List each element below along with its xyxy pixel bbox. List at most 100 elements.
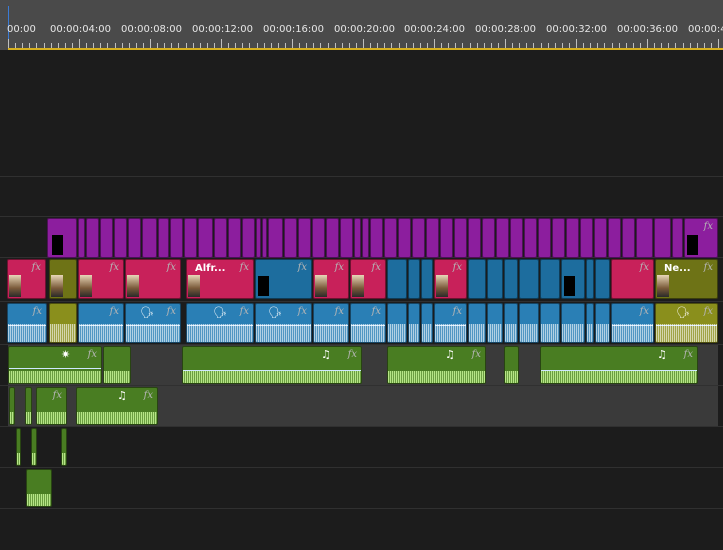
audio-clip[interactable] (586, 303, 594, 343)
title-clip[interactable] (298, 218, 311, 258)
audio-clip[interactable] (26, 469, 52, 507)
video-clip[interactable]: fx (7, 259, 46, 299)
audio-clip[interactable] (25, 387, 32, 425)
video-clip[interactable] (561, 259, 585, 299)
title-clip[interactable] (636, 218, 653, 258)
title-clip[interactable] (468, 218, 481, 258)
title-clip[interactable] (594, 218, 607, 258)
audio-clip[interactable]: fx (350, 303, 386, 343)
title-clip[interactable] (654, 218, 671, 258)
title-clip[interactable] (384, 218, 397, 258)
video-clip[interactable] (421, 259, 433, 299)
title-clip[interactable] (86, 218, 99, 258)
audio-clip[interactable]: 🗣 fx (255, 303, 312, 343)
title-clip[interactable] (398, 218, 411, 258)
audio-clip[interactable] (468, 303, 486, 343)
title-clip[interactable] (228, 218, 241, 258)
audio-clip[interactable] (9, 387, 15, 425)
title-clip[interactable] (214, 218, 227, 258)
audio-clip[interactable] (387, 303, 407, 343)
video-clip[interactable]: fx (125, 259, 181, 299)
audio-clip[interactable] (16, 428, 21, 466)
title-clip[interactable] (354, 218, 361, 258)
video-clip[interactable] (519, 259, 539, 299)
video-clip[interactable] (586, 259, 594, 299)
title-clip[interactable] (256, 218, 261, 258)
title-clip[interactable] (672, 218, 683, 258)
audio-clip[interactable]: ✷ fx (8, 346, 102, 384)
audio-clip[interactable] (519, 303, 539, 343)
music-clip[interactable]: ♫ fx (540, 346, 698, 384)
title-clip[interactable] (496, 218, 509, 258)
music-clip[interactable]: ♫ fx (76, 387, 158, 425)
title-clip[interactable] (198, 218, 213, 258)
title-clip[interactable] (78, 218, 85, 258)
audio-clip[interactable]: fx (313, 303, 349, 343)
title-clip[interactable] (510, 218, 523, 258)
audio-clip[interactable] (408, 303, 420, 343)
audio-clip[interactable]: 🗣 fx (125, 303, 181, 343)
audio-clip[interactable]: fx (78, 303, 124, 343)
audio-clip[interactable] (103, 346, 131, 384)
video-clip[interactable] (468, 259, 486, 299)
video-clip-ne[interactable]: Ne... fx (655, 259, 718, 299)
title-clip[interactable] (622, 218, 635, 258)
title-clip[interactable] (454, 218, 467, 258)
video-clip[interactable]: fx (611, 259, 654, 299)
audio-clip[interactable] (31, 428, 37, 466)
audio-clip[interactable]: fx (434, 303, 467, 343)
audio-clip[interactable] (540, 303, 560, 343)
audio-clip[interactable] (487, 303, 503, 343)
title-clip[interactable] (100, 218, 113, 258)
timeline-ruler[interactable]: 00:00 00:00:04:00 00:00:08:00 00:00:12:0… (0, 0, 723, 50)
title-clip[interactable] (284, 218, 297, 258)
audio-clip[interactable] (61, 428, 67, 466)
audio-clip[interactable] (504, 346, 519, 384)
title-clip[interactable] (608, 218, 621, 258)
audio-clip[interactable]: 🗣 fx (655, 303, 718, 343)
title-clip[interactable] (262, 218, 267, 258)
title-clip[interactable] (524, 218, 537, 258)
video-clip-alfr[interactable]: Alfr... fx (186, 259, 254, 299)
title-clip[interactable]: fx (684, 218, 718, 258)
video-clip[interactable] (595, 259, 610, 299)
audio-clip[interactable]: fx (7, 303, 47, 343)
title-clip[interactable] (566, 218, 579, 258)
title-clip[interactable] (580, 218, 593, 258)
video-clip[interactable] (49, 259, 77, 299)
video-clip[interactable] (540, 259, 560, 299)
title-clip[interactable] (312, 218, 325, 258)
title-clip[interactable] (268, 218, 283, 258)
audio-clip[interactable] (561, 303, 585, 343)
music-clip[interactable]: ♫ fx (182, 346, 362, 384)
title-clip[interactable] (158, 218, 169, 258)
audio-clip[interactable]: fx (611, 303, 654, 343)
video-clip[interactable] (408, 259, 420, 299)
title-clip[interactable] (47, 218, 77, 258)
title-clip[interactable] (552, 218, 565, 258)
video-clip[interactable] (504, 259, 518, 299)
video-clip[interactable]: fx (78, 259, 124, 299)
title-clip[interactable] (114, 218, 127, 258)
video-clip[interactable]: fx (255, 259, 312, 299)
audio-clip[interactable] (421, 303, 433, 343)
title-clip[interactable] (326, 218, 339, 258)
video-clip[interactable] (387, 259, 407, 299)
title-clip[interactable] (440, 218, 453, 258)
music-clip[interactable]: ♫ fx (387, 346, 486, 384)
audio-clip[interactable]: 🗣 fx (186, 303, 254, 343)
title-clip[interactable] (370, 218, 383, 258)
title-clip[interactable] (170, 218, 183, 258)
title-clip[interactable] (482, 218, 495, 258)
title-clip[interactable] (538, 218, 551, 258)
audio-clip[interactable] (504, 303, 518, 343)
video-clip[interactable]: fx (350, 259, 386, 299)
title-clip[interactable] (242, 218, 255, 258)
video-clip[interactable]: fx (434, 259, 467, 299)
title-clip[interactable] (128, 218, 141, 258)
audio-clip[interactable]: fx (36, 387, 67, 425)
title-clip[interactable] (184, 218, 197, 258)
title-clip[interactable] (426, 218, 439, 258)
video-clip[interactable]: fx (313, 259, 349, 299)
title-clip[interactable] (142, 218, 157, 258)
